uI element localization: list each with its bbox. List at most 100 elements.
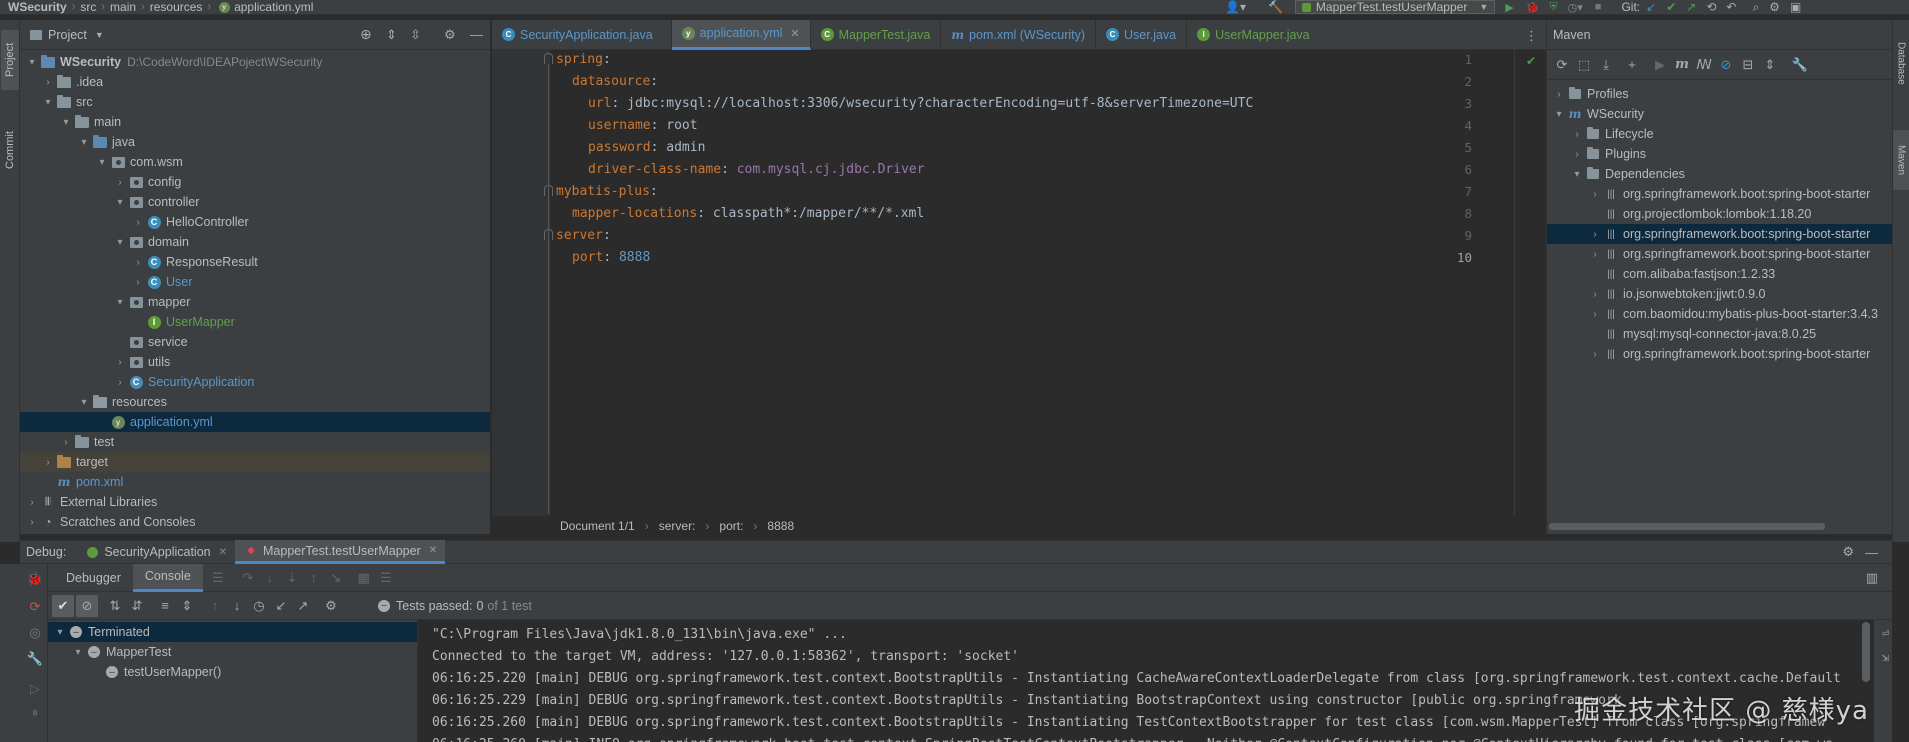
- tab-securityapplication-java[interactable]: C SecurityApplication.java: [492, 19, 672, 50]
- chevron-down-icon[interactable]: ▾: [112, 194, 128, 210]
- tree-item-main[interactable]: ▾ main: [20, 112, 490, 132]
- maven-dependency[interactable]: › ||| org.springframework.boot:spring-bo…: [1547, 344, 1892, 364]
- breadcrumb-port-value[interactable]: 8888: [767, 519, 794, 533]
- chevron-right-icon[interactable]: ›: [40, 74, 56, 90]
- tab-application-yml[interactable]: y application.yml ✕: [671, 19, 811, 50]
- gear-icon[interactable]: ⚙: [1842, 544, 1854, 560]
- chevron-right-icon[interactable]: ›: [1587, 286, 1603, 302]
- tree-item-domain[interactable]: ▾ domain: [20, 232, 490, 252]
- maven-item-lifecycle[interactable]: › Lifecycle: [1547, 124, 1892, 144]
- chevron-down-icon[interactable]: ▾: [112, 234, 128, 250]
- chevron-down-icon[interactable]: ▾: [1551, 106, 1567, 122]
- tree-item-src[interactable]: ▾ src: [20, 92, 490, 112]
- show-passed-icon[interactable]: ✔: [52, 594, 74, 617]
- tree-item-test[interactable]: › test: [20, 432, 490, 452]
- tree-item-config[interactable]: › config: [20, 172, 490, 192]
- tree-item-external-libraries[interactable]: › 𝄃𝄃 External Libraries: [20, 492, 490, 512]
- chevron-right-icon[interactable]: ›: [1587, 246, 1603, 262]
- more-icon[interactable]: ☰: [375, 567, 397, 589]
- step-out-icon[interactable]: ↑: [303, 567, 325, 589]
- test-node-testusermapper[interactable]: – testUserMapper(): [48, 662, 417, 682]
- stop-icon[interactable]: ■: [1595, 1, 1602, 13]
- tree-item-java[interactable]: ▾ java: [20, 132, 490, 152]
- tab-console[interactable]: Console: [132, 563, 203, 592]
- tab-mappertest-java[interactable]: C MapperTest.java: [811, 19, 942, 50]
- profile-icon[interactable]: ◷▾: [1568, 1, 1583, 14]
- stop-icon[interactable]: ◎: [24, 622, 46, 644]
- step-over-icon[interactable]: ↷: [237, 567, 259, 589]
- history-icon[interactable]: ⟲: [1706, 0, 1716, 14]
- show-ignored-icon[interactable]: ⊘: [76, 594, 98, 617]
- run-icon[interactable]: ▶: [1505, 1, 1513, 14]
- breadcrumb-server[interactable]: server:: [659, 519, 696, 533]
- coverage-icon[interactable]: ⛨: [1549, 1, 1557, 14]
- tree-item-responseresult[interactable]: › C ResponseResult: [20, 252, 490, 272]
- breadcrumb-resources[interactable]: resources: [150, 0, 203, 14]
- maven-dependency[interactable]: › ||| org.springframework.boot:spring-bo…: [1547, 184, 1892, 204]
- chevron-down-icon[interactable]: ▾: [58, 114, 74, 130]
- collapse-all-icon[interactable]: ⇕: [176, 595, 198, 617]
- import-tests-icon[interactable]: ↙: [270, 595, 292, 617]
- scroll-to-end-icon[interactable]: ⇲: [1882, 650, 1889, 664]
- inspection-ok-icon[interactable]: ✔: [1526, 54, 1536, 68]
- breadcrumb-project[interactable]: WSecurity: [8, 0, 67, 14]
- locate-icon[interactable]: ⊕: [360, 26, 372, 43]
- sort-alphabetically-icon[interactable]: ⇅: [104, 595, 126, 617]
- skip-tests-icon[interactable]: ⊘: [1715, 54, 1737, 76]
- vertical-scrollbar[interactable]: [1862, 622, 1870, 682]
- tab-maven[interactable]: Maven: [1893, 130, 1909, 190]
- tree-item-mapper[interactable]: ▾ mapper: [20, 292, 490, 312]
- chevron-right-icon[interactable]: ›: [1587, 346, 1603, 362]
- step-into-icon[interactable]: ↓: [259, 567, 281, 589]
- wrench-icon[interactable]: 🔧: [24, 648, 46, 670]
- tab-user-java[interactable]: C User.java: [1096, 19, 1188, 50]
- test-node-terminated[interactable]: ▾ – Terminated: [48, 622, 417, 642]
- tree-item-hellocontroller[interactable]: › C HelloController: [20, 212, 490, 232]
- close-icon[interactable]: ✕: [429, 545, 437, 556]
- previous-failed-icon[interactable]: ↑: [204, 595, 226, 617]
- chevron-right-icon[interactable]: ›: [40, 454, 56, 470]
- run-to-cursor-icon[interactable]: ↘: [325, 567, 347, 589]
- chevron-right-icon[interactable]: ›: [58, 434, 74, 450]
- chevron-right-icon[interactable]: ›: [1587, 226, 1603, 242]
- maven-item-profiles[interactable]: › Profiles: [1547, 84, 1892, 104]
- add-icon[interactable]: +: [1621, 54, 1643, 76]
- test-node-mappertest[interactable]: ▾ – MapperTest: [48, 642, 417, 662]
- breadcrumb-src[interactable]: src: [80, 0, 96, 14]
- chevron-right-icon[interactable]: ›: [112, 354, 128, 370]
- chevron-down-icon[interactable]: ▾: [76, 394, 92, 410]
- hide-icon[interactable]: —: [470, 27, 483, 42]
- export-tests-icon[interactable]: ↗: [292, 595, 314, 617]
- debug-session-tab-mappertest[interactable]: ◆ MapperTest.testUserMapper ✕: [235, 540, 446, 564]
- toggle-offline-icon[interactable]: ꟿ: [1693, 54, 1715, 76]
- tree-item-user[interactable]: › C User: [20, 272, 490, 292]
- chevron-down-icon[interactable]: ▾: [112, 294, 128, 310]
- tab-usermapper-java[interactable]: I UserMapper.java: [1187, 20, 1320, 50]
- tree-item-service[interactable]: service: [20, 332, 490, 352]
- build-hammer-icon[interactable]: 🔨: [1268, 0, 1283, 14]
- tree-item-application-yml[interactable]: y application.yml: [20, 412, 490, 432]
- chevron-right-icon[interactable]: ›: [130, 214, 146, 230]
- git-update-icon[interactable]: ↙: [1646, 0, 1656, 14]
- gear-icon[interactable]: ⚙: [320, 595, 342, 617]
- chevron-right-icon[interactable]: ›: [112, 374, 128, 390]
- tree-item-usermapper[interactable]: I UserMapper: [20, 312, 490, 332]
- rollback-icon[interactable]: ↶: [1726, 0, 1736, 14]
- chevron-down-icon[interactable]: ▾: [70, 644, 86, 660]
- execute-goal-icon[interactable]: m: [1671, 54, 1693, 76]
- tree-item-resources[interactable]: ▾ resources: [20, 392, 490, 412]
- tree-item-com-wsm[interactable]: ▾ com.wsm: [20, 152, 490, 172]
- maven-dependency[interactable]: ||| com.alibaba:fastjson:1.2.33: [1547, 264, 1892, 284]
- maven-dependency[interactable]: ||| mysql:mysql-connector-java:8.0.25: [1547, 324, 1892, 344]
- chevron-down-icon[interactable]: ▾: [94, 154, 110, 170]
- collapse-all-icon[interactable]: ⇕: [386, 27, 397, 43]
- chevron-right-icon[interactable]: ›: [1551, 86, 1567, 102]
- rerun-failed-icon[interactable]: ⟳: [24, 596, 46, 618]
- chevron-down-icon[interactable]: ▼: [95, 30, 104, 40]
- maven-dependency[interactable]: › ||| com.baomidou:mybatis-plus-boot-sta…: [1547, 304, 1892, 324]
- tab-debugger[interactable]: Debugger: [54, 564, 133, 592]
- breadcrumb-port[interactable]: port:: [719, 519, 743, 533]
- tree-item-wsecurity[interactable]: ▾ WSecurity D:\CodeWord\IDEAPoject\WSecu…: [20, 52, 490, 72]
- tree-item-target[interactable]: › target: [20, 452, 490, 472]
- expand-all-icon[interactable]: ≡: [154, 595, 176, 617]
